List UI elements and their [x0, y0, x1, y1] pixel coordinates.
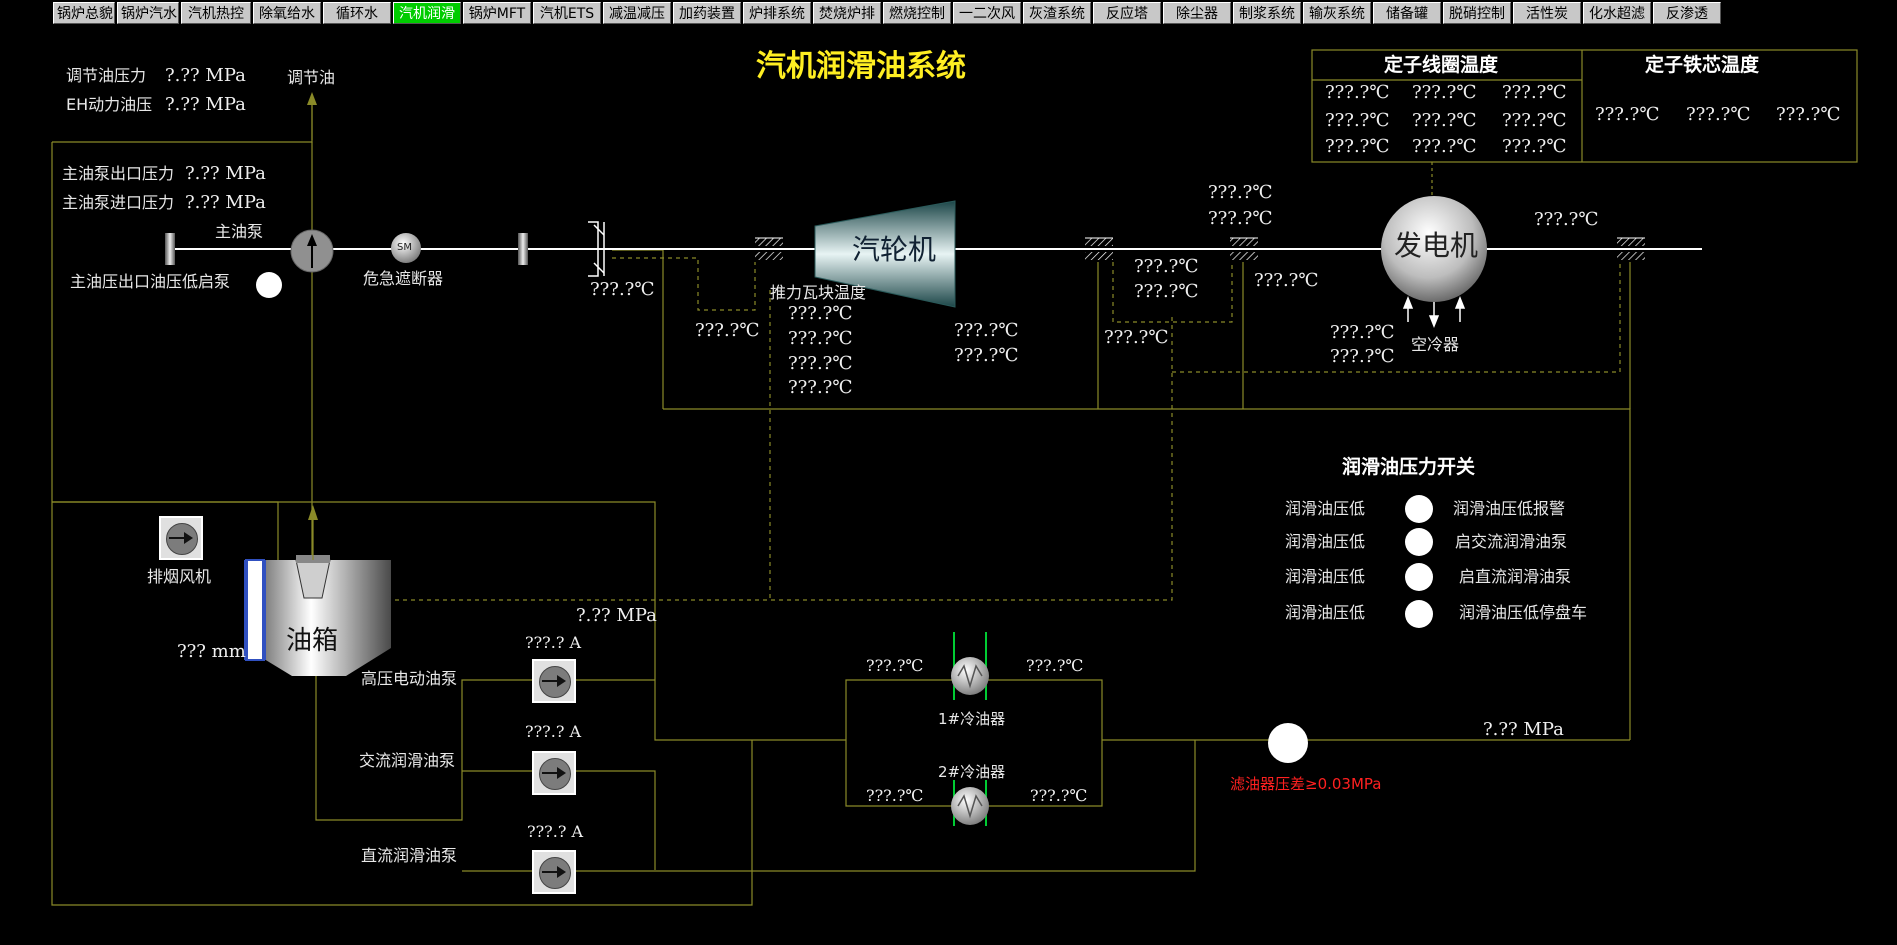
main-oil-pump-icon[interactable]	[290, 229, 334, 273]
start-dc-pump-lamp	[1405, 563, 1433, 591]
low-pressure-start-lamp	[256, 272, 282, 298]
air-cooler-label: 空冷器	[1411, 335, 1460, 354]
bearing-4-icon	[1617, 237, 1645, 246]
regulating-oil-label: 调节油	[287, 68, 336, 87]
oil-cooler-2-icon[interactable]	[951, 780, 989, 826]
lube-low-alarm-lamp	[1405, 495, 1433, 523]
page-title: 汽机润滑油系统	[756, 49, 966, 84]
dc-pump-current: ???.? A	[527, 822, 584, 841]
bearing3-temp: ???.?℃	[1134, 281, 1199, 302]
switch-right-label: 润滑油压低报警	[1453, 499, 1566, 518]
thrust-temp: ???.?℃	[788, 328, 853, 349]
generator-label: 发电机	[1394, 229, 1479, 262]
bearing3-temp: ???.?℃	[1134, 256, 1199, 277]
shaft-coupling-mid	[518, 233, 528, 265]
main-pump-out-value: ?.?? MPa	[185, 163, 266, 184]
stator-coil-temp: ???.?℃	[1412, 110, 1477, 131]
cooler1-in-temp: ???.?℃	[866, 656, 924, 675]
tank-pressure-value: ?.?? MPa	[576, 605, 657, 626]
bearing-2-icon	[1085, 237, 1113, 246]
start-ac-pump-lamp	[1405, 528, 1433, 556]
sm-label: SM	[397, 242, 412, 253]
thrust-temp: ???.?℃	[788, 353, 853, 374]
bearing4-top-temp: ???.?℃	[1208, 208, 1273, 229]
stator-coil-temp: ???.?℃	[1325, 136, 1390, 157]
stator-coil-header: 定子线圈温度	[1384, 54, 1499, 76]
oil-cooler-1-icon[interactable]	[951, 632, 989, 700]
regulating-oil-arrow	[307, 92, 317, 140]
cooler2-in-temp: ???.?℃	[866, 786, 924, 805]
main-pump-out-label: 主油泵出口压力	[62, 164, 175, 183]
stop-turning-gear-lamp	[1405, 600, 1433, 628]
switch-right-label: 启交流润滑油泵	[1455, 532, 1568, 551]
bearing5-temp: ???.?℃	[1534, 209, 1599, 230]
filter-dp-lamp	[1268, 723, 1308, 763]
low-pressure-start-label: 主油压出口油压低启泵	[70, 272, 231, 291]
bearing1-drain-temp: ???.?℃	[695, 320, 760, 341]
cooler1-out-temp: ???.?℃	[1026, 656, 1084, 675]
dc-lube-pump-icon[interactable]	[532, 850, 576, 894]
stator-core-temp: ???.?℃	[1595, 104, 1660, 125]
cooler2-out-temp: ???.?℃	[1030, 786, 1088, 805]
bearing2-temp: ???.?℃	[954, 345, 1019, 366]
stator-core-temp: ???.?℃	[1776, 104, 1841, 125]
lube-header-pressure: ?.?? MPa	[1483, 719, 1564, 740]
filter-dp-warning: 滤油器压差≥0.03MPa	[1230, 775, 1382, 793]
switch-right-label: 润滑油压低停盘车	[1459, 603, 1588, 622]
dc-pump-label: 直流润滑油泵	[361, 846, 458, 865]
eh-pressure-value: ?.?? MPa	[165, 94, 246, 115]
pressure-switch-header: 润滑油压力开关	[1342, 456, 1476, 478]
bearing-1-icon	[755, 237, 783, 246]
stator-core-header: 定子铁芯温度	[1645, 54, 1760, 76]
stator-core-temp: ???.?℃	[1686, 104, 1751, 125]
oil-tank-label: 油箱	[286, 626, 339, 656]
reg-oil-pressure-value: ?.?? MPa	[165, 65, 246, 86]
ac-pump-current: ???.? A	[525, 722, 582, 741]
bearing4-temp: ???.?℃	[1254, 270, 1319, 291]
exhaust-fan-label: 排烟风机	[147, 567, 212, 586]
stator-coil-temp: ???.?℃	[1502, 136, 1567, 157]
bearing4-top-temp: ???.?℃	[1208, 182, 1273, 203]
hp-electric-pump-icon[interactable]	[532, 659, 576, 703]
emergency-trip-label: 危急遮断器	[363, 269, 444, 288]
stator-coil-temp: ???.?℃	[1412, 82, 1477, 103]
shaft-coupling-left	[165, 233, 175, 265]
switch-left-label: 润滑油压低	[1285, 532, 1366, 551]
bearing-3-icon	[1230, 237, 1258, 246]
ac-pump-label: 交流润滑油泵	[359, 751, 456, 770]
switch-left-label: 润滑油压低	[1285, 567, 1366, 586]
stator-coil-temp: ???.?℃	[1325, 110, 1390, 131]
switch-left-label: 润滑油压低	[1285, 499, 1366, 518]
stator-coil-temp: ???.?℃	[1502, 82, 1567, 103]
air-cooler-arrows	[1402, 295, 1466, 329]
tank-level-value: ??? mm	[177, 641, 246, 662]
exhaust-fan-icon[interactable]	[159, 516, 203, 560]
ac-lube-pump-icon[interactable]	[532, 751, 576, 795]
eh-pressure-label: EH动力油压	[66, 95, 153, 114]
switch-left-label: 润滑油压低	[1285, 603, 1366, 622]
stator-coil-temp: ???.?℃	[1325, 82, 1390, 103]
reg-oil-pressure-label: 调节油压力	[66, 66, 147, 85]
hp-pump-current: ???.? A	[525, 633, 582, 652]
main-pump-in-label: 主油泵进口压力	[62, 193, 175, 212]
bearing3-drain-temp: ???.?℃	[1104, 327, 1169, 348]
main-pump-in-value: ?.?? MPa	[185, 192, 266, 213]
turbine-label: 汽轮机	[852, 233, 937, 266]
stator-coil-temp: ???.?℃	[1412, 136, 1477, 157]
thrust-temp: ???.?℃	[788, 303, 853, 324]
cooler2-label: 2#冷油器	[938, 763, 1006, 781]
air-cooler-temp: ???.?℃	[1330, 322, 1395, 343]
thrust-pad-label: 推力瓦块温度	[770, 283, 867, 302]
bearing2-temp: ???.?℃	[954, 320, 1019, 341]
main-pump-label: 主油泵	[215, 222, 264, 241]
stator-coil-temp: ???.?℃	[1502, 110, 1567, 131]
hp-pump-label: 高压电动油泵	[361, 669, 458, 688]
thrust-temp: ???.?℃	[788, 377, 853, 398]
lube-oil-diagram	[51, 49, 1858, 906]
air-cooler-temp: ???.?℃	[1330, 346, 1395, 367]
switch-right-label: 启直流润滑油泵	[1459, 567, 1572, 586]
bearing1-temp: ???.?℃	[590, 279, 655, 300]
cooler1-label: 1#冷油器	[938, 710, 1006, 728]
